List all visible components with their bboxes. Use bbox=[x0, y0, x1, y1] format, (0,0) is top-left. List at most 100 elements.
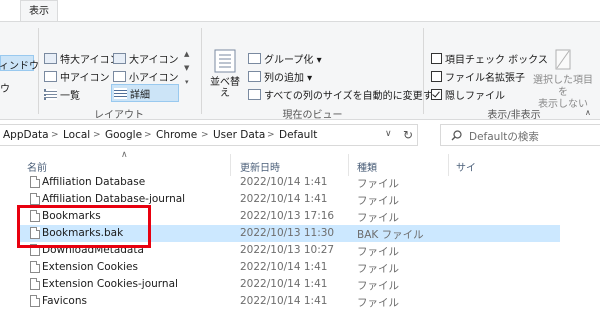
file-date: 2022/10/14 1:41 bbox=[240, 193, 328, 205]
extra-large-icons-icon bbox=[44, 52, 57, 64]
file-icon bbox=[30, 295, 40, 307]
collapse-ribbon-icon[interactable]: ∧ bbox=[585, 108, 591, 117]
layout-large-icons-label: 大アイコン bbox=[129, 54, 179, 66]
file-type: ファイル bbox=[357, 178, 399, 190]
fit-columns-button[interactable]: すべての列のサイズを自動的に変更する bbox=[248, 86, 443, 102]
scroll-up-icon: ▲ bbox=[184, 50, 190, 58]
layout-details[interactable]: 詳細 bbox=[111, 84, 179, 102]
add-column-icon bbox=[248, 70, 261, 82]
file-type: ファイル bbox=[357, 297, 399, 309]
column-divider[interactable] bbox=[348, 154, 349, 176]
layout-large-icons[interactable]: 大アイコン bbox=[113, 50, 179, 66]
group-divider bbox=[423, 28, 424, 114]
navigation-pane-button[interactable]: ィンドウ bbox=[0, 55, 39, 72]
chevron-right-icon: > bbox=[51, 130, 59, 140]
layout-list-label: 一覧 bbox=[60, 90, 80, 102]
group-by-label: グループ化 ▾ bbox=[264, 54, 322, 66]
chevron-right-icon: > bbox=[201, 130, 209, 140]
sort-arrow-icon: ∧ bbox=[121, 150, 128, 160]
layout-group-label: レイアウト bbox=[94, 110, 144, 121]
sort-by-label-2: え bbox=[220, 88, 230, 99]
layout-scroll[interactable]: ▲ ▼ ▾ bbox=[184, 50, 189, 86]
add-column-button[interactable]: 列の追加 ▾ bbox=[248, 68, 312, 84]
more-icon: ▾ bbox=[184, 78, 189, 86]
search-icon bbox=[451, 130, 462, 141]
table-row[interactable]: Favicons 2022/10/14 1:41 ファイル bbox=[20, 293, 560, 310]
file-date: 2022/10/14 1:41 bbox=[240, 261, 328, 273]
column-header-size[interactable]: サイ bbox=[456, 159, 476, 174]
show-hide-group-label: 表示/非表示 bbox=[487, 110, 541, 121]
file-date: 2022/10/14 1:41 bbox=[240, 278, 328, 290]
file-extensions-toggle[interactable]: ファイル名拡張子 bbox=[431, 68, 525, 84]
layout-small-icons-label: 小アイコン bbox=[129, 72, 179, 84]
sort-by-button[interactable]: 並べ替 え bbox=[205, 48, 245, 104]
breadcrumb-appdata[interactable]: AppData bbox=[3, 129, 49, 141]
hide-selected-label-1: 選択した項目を bbox=[533, 75, 593, 98]
group-by-button[interactable]: グループ化 ▾ bbox=[248, 50, 322, 66]
fit-columns-label: すべての列のサイズを自動的に変更する bbox=[264, 90, 443, 102]
table-row[interactable]: Affiliation Database 2022/10/14 1:41 ファイ… bbox=[20, 174, 560, 191]
layout-list[interactable]: 一覧 bbox=[44, 86, 80, 102]
layout-medium-icons-label: 中アイコン bbox=[60, 72, 110, 84]
layout-medium-icons[interactable]: 中アイコン bbox=[44, 68, 110, 84]
hide-selected-button[interactable]: 選択した項目を 表示しない bbox=[530, 48, 596, 111]
file-type: ファイル bbox=[357, 280, 399, 292]
breadcrumb-google[interactable]: Google bbox=[105, 129, 142, 141]
file-type: ファイル bbox=[357, 195, 399, 207]
table-row[interactable]: Extension Cookies 2022/10/14 1:41 ファイル bbox=[20, 259, 560, 276]
sort-by-label-1: 並べ替 bbox=[210, 77, 240, 88]
breadcrumb-chrome[interactable]: Chrome bbox=[156, 129, 197, 141]
fit-columns-icon bbox=[248, 88, 261, 100]
file-type: ファイル bbox=[357, 246, 399, 258]
file-extensions-checkbox[interactable] bbox=[431, 70, 442, 82]
hidden-files-checkbox[interactable] bbox=[431, 88, 442, 100]
file-type: BAK ファイル bbox=[357, 229, 424, 241]
navigation-pane-label: ィンドウ bbox=[0, 61, 39, 72]
current-view-group-label: 現在のビュー bbox=[282, 110, 343, 121]
tab-view[interactable]: 表示 bbox=[20, 0, 58, 22]
file-type: ファイル bbox=[357, 263, 399, 275]
table-row[interactable]: Extension Cookies-journal 2022/10/14 1:4… bbox=[20, 276, 560, 293]
column-header-type[interactable]: 種類 bbox=[357, 159, 377, 174]
column-header-date[interactable]: 更新日時 bbox=[240, 159, 280, 174]
file-name: Favicons bbox=[42, 295, 87, 307]
hidden-files-label: 隠しファイル bbox=[445, 90, 505, 102]
layout-details-label: 詳細 bbox=[130, 89, 150, 101]
file-extensions-label: ファイル名拡張子 bbox=[445, 72, 525, 84]
file-icon bbox=[30, 176, 40, 188]
large-icons-icon bbox=[113, 52, 126, 64]
chevron-right-icon: > bbox=[267, 130, 275, 140]
sort-icon bbox=[214, 49, 236, 73]
column-divider[interactable] bbox=[448, 154, 449, 176]
hide-selected-icon bbox=[555, 49, 571, 70]
file-icon bbox=[30, 261, 40, 273]
ribbon-tab-bar: 表示 bbox=[0, 0, 600, 22]
item-checkboxes-checkbox[interactable] bbox=[431, 52, 442, 64]
list-view-icon bbox=[44, 88, 57, 100]
breadcrumb-user-data[interactable]: User Data bbox=[213, 129, 265, 141]
search-box[interactable]: Defaultの検索 bbox=[440, 124, 600, 146]
address-dropdown-icon[interactable]: ∨ bbox=[385, 129, 392, 139]
layout-small-icons[interactable]: 小アイコン bbox=[113, 68, 179, 84]
hidden-files-toggle[interactable]: 隠しファイル bbox=[431, 86, 505, 102]
file-date: 2022/10/14 1:41 bbox=[240, 295, 328, 307]
refresh-icon[interactable]: ↻ bbox=[403, 128, 413, 142]
preview-pane-label[interactable]: ウ bbox=[0, 80, 10, 95]
group-divider bbox=[38, 28, 39, 114]
details-view-icon bbox=[114, 87, 127, 99]
file-type: ファイル bbox=[357, 212, 399, 224]
layout-extra-large-icons[interactable]: 特大アイコン bbox=[44, 50, 120, 66]
file-name: Affiliation Database bbox=[42, 176, 146, 188]
column-header-name[interactable]: 名前 bbox=[27, 159, 47, 174]
breadcrumb-local[interactable]: Local bbox=[63, 129, 90, 141]
file-name: Extension Cookies bbox=[42, 261, 138, 273]
breadcrumb-default[interactable]: Default bbox=[279, 129, 317, 141]
file-date: 2022/10/13 10:27 bbox=[240, 244, 335, 256]
medium-icons-icon bbox=[44, 70, 57, 82]
ribbon: ィンドウ ウ 特大アイコン 大アイコン 中アイコン 小アイコン 一覧 詳細 ▲ … bbox=[0, 21, 600, 121]
address-bar[interactable]: AppData > Local > Google > Chrome > User… bbox=[0, 124, 418, 146]
column-divider[interactable] bbox=[230, 154, 231, 176]
chevron-right-icon: > bbox=[93, 130, 101, 140]
navigation-bar: AppData > Local > Google > Chrome > User… bbox=[0, 121, 600, 149]
file-icon bbox=[30, 193, 40, 205]
